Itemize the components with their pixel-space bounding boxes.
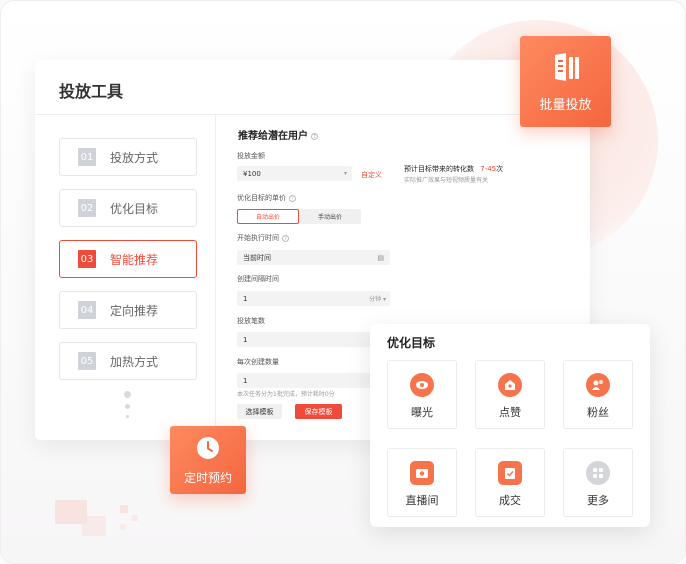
step-number: 03 xyxy=(78,250,96,268)
goal-label: 直播间 xyxy=(405,494,439,507)
interval-label: 创建间隔时间 xyxy=(237,275,279,283)
scroll-dot xyxy=(124,391,131,398)
custom-amount-link[interactable]: 自定义 xyxy=(361,170,382,180)
interval-input[interactable]: 1 分钟 ▾ xyxy=(237,291,390,306)
unit-price-label: 优化目标的单价? xyxy=(237,193,296,203)
step-label: 投放方式 xyxy=(110,150,159,165)
decorative-square xyxy=(132,515,138,521)
step-number: 05 xyxy=(78,352,96,370)
count-input[interactable]: 1 xyxy=(237,332,390,347)
estimate-range: 7-45 xyxy=(480,165,497,173)
step-smart-recommend[interactable]: 03 智能推荐 xyxy=(59,240,197,278)
start-time-picker[interactable]: 当前时间 ▤ xyxy=(237,250,390,265)
estimate-note: 实际推广效果与短视频质量有关 xyxy=(404,177,489,184)
panel-title: 投放工具 xyxy=(59,82,124,101)
help-icon: ? xyxy=(311,132,318,140)
more-grid-icon xyxy=(586,461,610,485)
goal-tile-live-room[interactable]: 直播间 xyxy=(387,448,457,517)
batch-document-icon xyxy=(554,53,579,81)
card-title: 优化目标 xyxy=(387,336,436,350)
batch-note: 本次任务分为1批完成，预计耗时0分 xyxy=(237,391,335,398)
goal-tile-fans[interactable]: 粉丝 xyxy=(563,360,633,429)
select-template-button[interactable]: 选择模板 xyxy=(237,404,282,419)
step-label: 优化目标 xyxy=(110,201,159,216)
save-template-button[interactable]: 保存模板 xyxy=(295,404,342,419)
calendar-icon: ▤ xyxy=(377,253,384,262)
batch-input[interactable]: 1 xyxy=(237,373,390,388)
batch-delivery-badge[interactable]: 批量投放 xyxy=(520,36,611,127)
step-label: 定向推荐 xyxy=(110,303,159,318)
count-label: 投放笔数 xyxy=(237,317,265,325)
deal-icon xyxy=(498,461,522,485)
scroll-dot xyxy=(125,404,130,409)
chevron-down-icon: ▾ xyxy=(343,170,347,177)
fans-icon xyxy=(586,373,610,397)
start-time-value: 当前时间 xyxy=(243,253,271,262)
step-boost-method[interactable]: 05 加热方式 xyxy=(59,342,197,380)
batch-label: 每次创建数量 xyxy=(237,358,279,366)
amount-select[interactable]: ¥100 ▾ xyxy=(237,166,352,181)
help-icon: ? xyxy=(282,234,289,242)
amount-value: ¥100 xyxy=(243,169,261,178)
goal-tile-deal[interactable]: 成交 xyxy=(475,448,545,517)
goal-tile-more[interactable]: 更多 xyxy=(563,448,633,517)
scroll-dot xyxy=(126,415,129,418)
goal-tile-exposure[interactable]: 曝光 xyxy=(387,360,457,429)
step-number: 04 xyxy=(78,301,96,319)
goal-label: 更多 xyxy=(587,494,609,507)
bid-manual-button[interactable]: 手动出价 xyxy=(299,209,361,224)
step-number: 01 xyxy=(78,148,96,166)
step-label: 智能推荐 xyxy=(110,252,159,267)
step-targeted-recommend[interactable]: 04 定向推荐 xyxy=(59,291,197,329)
interval-unit-select[interactable]: 分钟 ▾ xyxy=(369,294,386,303)
amount-label: 投放金额 xyxy=(237,152,265,160)
goal-label: 点赞 xyxy=(499,406,521,419)
live-room-icon xyxy=(410,461,434,485)
batch-delivery-label: 批量投放 xyxy=(539,98,592,113)
goal-label: 成交 xyxy=(499,494,521,507)
step-optimize-goal[interactable]: 02 优化目标 xyxy=(59,189,197,227)
goal-label: 曝光 xyxy=(411,406,433,419)
step-number: 02 xyxy=(78,199,96,217)
decorative-square xyxy=(120,524,126,530)
goal-tile-likes[interactable]: 点赞 xyxy=(475,360,545,429)
estimate-text: 预计目标带来的转化数 7-45次 xyxy=(404,165,504,173)
scheduled-booking-label: 定时预约 xyxy=(183,471,232,485)
bid-auto-button[interactable]: 自动出价 xyxy=(237,209,299,224)
eye-icon xyxy=(410,373,434,397)
section-title: 推荐给潜在用户? xyxy=(238,127,318,142)
help-icon: ? xyxy=(289,194,296,202)
step-label: 加热方式 xyxy=(110,354,159,369)
start-time-label: 开始执行时间? xyxy=(237,233,289,243)
divider xyxy=(35,114,590,115)
thumb-up-icon xyxy=(498,373,522,397)
optimize-goal-card: 优化目标 曝光 点赞 粉丝 直播间 成交 更多 xyxy=(370,324,650,527)
goal-label: 粉丝 xyxy=(587,406,609,419)
divider xyxy=(215,115,216,440)
scheduled-booking-badge[interactable]: 定时预约 xyxy=(170,426,246,494)
decorative-square xyxy=(82,516,106,536)
interval-value: 1 xyxy=(243,294,248,303)
step-delivery-method[interactable]: 01 投放方式 xyxy=(59,138,197,176)
decorative-square xyxy=(120,505,128,513)
clock-icon xyxy=(197,437,219,459)
